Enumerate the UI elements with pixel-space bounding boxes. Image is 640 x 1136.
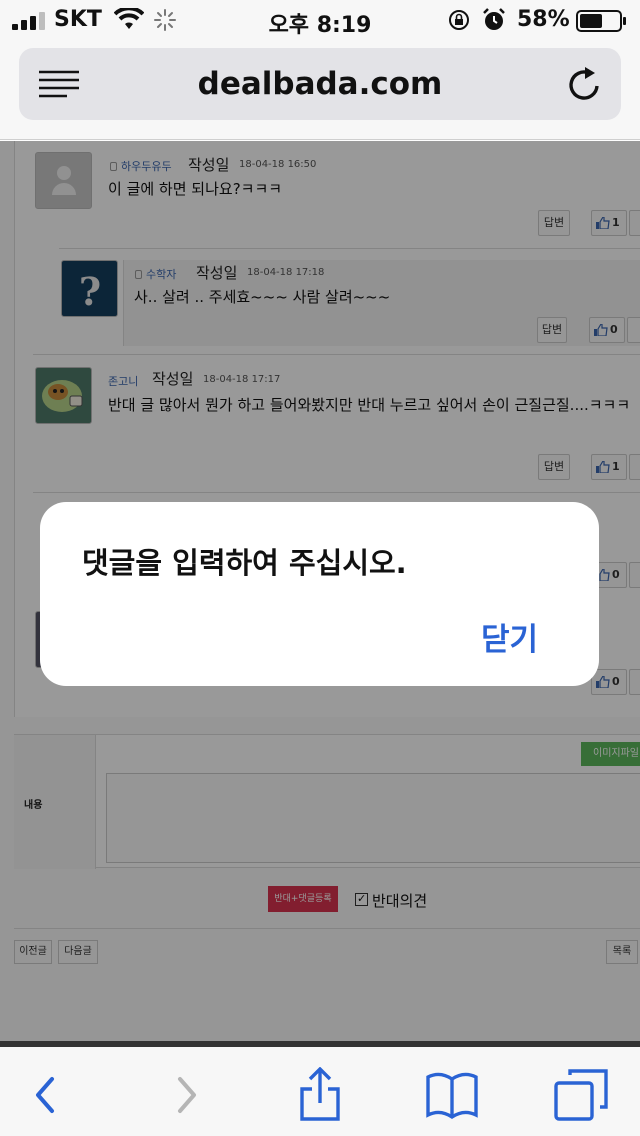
status-bar: SKT 오후 8:19 58% [0,0,640,40]
back-icon[interactable] [18,1067,74,1123]
url-field[interactable]: dealbada.com [19,48,621,120]
alarm-icon [483,8,505,30]
alert-message: 댓글을 입력하여 주십시오. [82,546,407,580]
reload-icon[interactable] [565,64,605,104]
share-icon[interactable] [292,1067,348,1123]
forward-icon[interactable] [158,1067,214,1123]
bookmarks-icon[interactable] [424,1067,480,1123]
battery-percent: 58% [517,7,570,32]
browser-toolbar [0,1047,640,1136]
rotation-lock-icon [449,10,469,30]
alert-dialog: 댓글을 입력하여 주십시오. 닫기 [40,502,599,686]
alert-close-button[interactable]: 닫기 [481,614,538,659]
browser-address-bar: dealbada.com [0,40,640,140]
url-text[interactable]: dealbada.com [19,66,621,102]
tabs-icon[interactable] [554,1067,610,1123]
battery-icon [576,10,626,32]
